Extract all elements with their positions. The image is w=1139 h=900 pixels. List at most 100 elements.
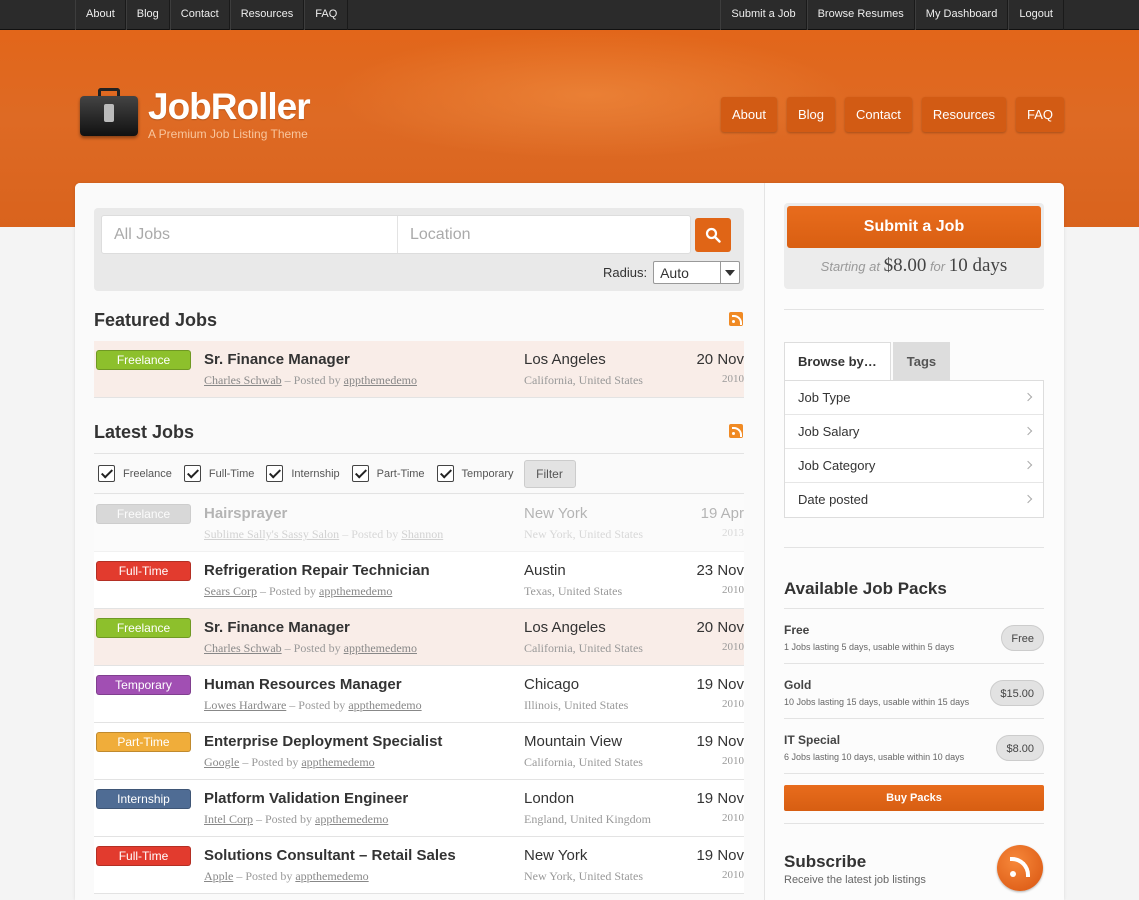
mainnav-contact-button[interactable]: Contact bbox=[845, 97, 912, 132]
checkbox-checked-icon bbox=[436, 465, 454, 482]
topnav-submit-job-link[interactable]: Submit a Job bbox=[720, 0, 807, 30]
job-title-link[interactable]: Solutions Consultant – Retail Sales bbox=[204, 847, 456, 864]
company-link[interactable]: Charles Schwab bbox=[204, 641, 282, 655]
browse-tabs: Browse by… Tags bbox=[784, 342, 951, 380]
company-link[interactable]: Sublime Sally's Sassy Salon bbox=[204, 527, 339, 541]
mainnav-resources-button[interactable]: Resources bbox=[921, 97, 1006, 132]
mainnav-faq-button[interactable]: FAQ bbox=[1015, 97, 1064, 132]
job-region: California, United States bbox=[524, 373, 643, 387]
tab-tags[interactable]: Tags bbox=[892, 342, 951, 380]
poster-link[interactable]: appthemedemo bbox=[315, 812, 388, 826]
poster-link[interactable]: Shannon bbox=[401, 527, 443, 541]
job-listing-row[interactable]: Full-Time Solutions Consultant – Retail S… bbox=[94, 837, 744, 894]
job-date: 19 Nov bbox=[696, 847, 744, 864]
poster-link[interactable]: appthemedemo bbox=[344, 373, 417, 387]
job-pack-item[interactable]: Gold 10 Jobs lasting 15 days, usable wit… bbox=[784, 663, 1044, 718]
job-title-link[interactable]: Sr. Finance Manager bbox=[204, 351, 350, 368]
job-year: 2010 bbox=[722, 869, 744, 881]
topnav-contact-link[interactable]: Contact bbox=[169, 0, 230, 30]
browse-item-job-category[interactable]: Job Category bbox=[785, 449, 1043, 483]
job-listing-row[interactable]: Temporary Human Resources Manager Lowes Ha… bbox=[94, 666, 744, 723]
poster-link[interactable]: appthemedemo bbox=[301, 755, 374, 769]
company-link[interactable]: Intel Corp bbox=[204, 812, 253, 826]
job-type-badge: Temporary bbox=[96, 675, 191, 695]
job-type-badge: Freelance bbox=[96, 504, 191, 524]
checkbox-checked-icon bbox=[266, 465, 284, 482]
job-search-box: Radius: Auto bbox=[94, 208, 744, 291]
topnav-resources-link[interactable]: Resources bbox=[229, 0, 305, 30]
job-listing-row[interactable]: Freelance Sr. Finance Manager Charles Schw… bbox=[94, 609, 744, 666]
company-link[interactable]: Lowes Hardware bbox=[204, 698, 286, 712]
filter-button[interactable]: Filter bbox=[523, 459, 576, 488]
job-title-link[interactable]: Hairsprayer bbox=[204, 505, 287, 522]
poster-link[interactable]: appthemedemo bbox=[319, 584, 392, 598]
company-link[interactable]: Sears Corp bbox=[204, 584, 257, 598]
submit-job-button[interactable]: Submit a Job bbox=[787, 206, 1041, 248]
job-region: Texas, United States bbox=[524, 584, 623, 598]
browse-item-date-posted[interactable]: Date posted bbox=[785, 483, 1043, 517]
poster-link[interactable]: appthemedemo bbox=[344, 641, 417, 655]
job-title-link[interactable]: Human Resources Manager bbox=[204, 676, 402, 693]
search-button[interactable] bbox=[695, 218, 731, 252]
browse-item-job-type[interactable]: Job Type bbox=[785, 381, 1043, 415]
filter-parttime-checkbox[interactable]: Part-Time bbox=[351, 465, 425, 482]
topnav-blog-link[interactable]: Blog bbox=[125, 0, 170, 30]
latest-rss-icon[interactable] bbox=[729, 424, 743, 438]
top-bar: About Blog Contact Resources FAQ Submit … bbox=[0, 0, 1139, 30]
filter-internship-checkbox[interactable]: Internship bbox=[266, 465, 340, 482]
job-listing-row[interactable]: Internship Platform Validation Engineer In… bbox=[94, 780, 744, 837]
topnav-about-link[interactable]: About bbox=[75, 0, 126, 30]
location-input[interactable] bbox=[398, 216, 690, 253]
topnav-logout-link[interactable]: Logout bbox=[1008, 0, 1064, 30]
content-container: Radius: Auto Featured Jobs Freelance Sr. … bbox=[75, 183, 1064, 900]
topnav-browse-resumes-link[interactable]: Browse Resumes bbox=[806, 0, 915, 30]
sidebar: Submit a Job Starting at $8.00 for 10 da… bbox=[764, 183, 1064, 900]
job-city: New York bbox=[524, 847, 588, 864]
job-type-badge: Internship bbox=[96, 789, 191, 809]
topnav-dashboard-link[interactable]: My Dashboard bbox=[914, 0, 1009, 30]
job-listing-row[interactable]: Freelance Sr. Finance Manager Charles Schw… bbox=[94, 341, 744, 398]
job-listing-row[interactable]: Freelance Hairsprayer Sublime Sally's Sass… bbox=[94, 495, 744, 552]
job-pack-item[interactable]: IT Special 6 Jobs lasting 10 days, usabl… bbox=[784, 718, 1044, 773]
company-link[interactable]: Apple bbox=[204, 869, 233, 883]
main-nav: About Blog Contact Resources FAQ bbox=[721, 97, 1064, 132]
browse-item-job-salary[interactable]: Job Salary bbox=[785, 415, 1043, 449]
job-type-badge: Freelance bbox=[96, 618, 191, 638]
company-link[interactable]: Google bbox=[204, 755, 239, 769]
radius-control: Radius: Auto bbox=[603, 261, 741, 284]
job-pack-item[interactable]: Free 1 Jobs lasting 5 days, usable withi… bbox=[784, 608, 1044, 663]
buy-packs-button[interactable]: Buy Packs bbox=[784, 785, 1044, 811]
poster-link[interactable]: appthemedemo bbox=[348, 698, 421, 712]
latest-jobs-heading: Latest Jobs bbox=[94, 422, 195, 442]
job-title-link[interactable]: Sr. Finance Manager bbox=[204, 619, 350, 636]
job-listing-row[interactable]: Full-Time Refrigeration Repair Technician… bbox=[94, 552, 744, 609]
job-title-link[interactable]: Platform Validation Engineer bbox=[204, 790, 408, 807]
filter-fulltime-checkbox[interactable]: Full-Time bbox=[183, 465, 254, 482]
job-listing-row[interactable]: Part-Time Enterprise Deployment Specialis… bbox=[94, 723, 744, 780]
job-title-link[interactable]: Enterprise Deployment Specialist bbox=[204, 733, 442, 750]
tab-browse-by[interactable]: Browse by… bbox=[784, 342, 891, 380]
featured-rss-icon[interactable] bbox=[729, 312, 743, 326]
subscribe-heading: Subscribe bbox=[784, 852, 867, 871]
filter-temporary-checkbox[interactable]: Temporary bbox=[436, 465, 514, 482]
mainnav-blog-button[interactable]: Blog bbox=[787, 97, 836, 132]
rss-feed-icon[interactable] bbox=[997, 845, 1043, 891]
poster-link[interactable]: appthemedemo bbox=[295, 869, 368, 883]
mainnav-about-button[interactable]: About bbox=[721, 97, 777, 132]
company-link[interactable]: Charles Schwab bbox=[204, 373, 282, 387]
job-year: 2010 bbox=[722, 755, 744, 767]
search-icon bbox=[705, 227, 721, 243]
submit-duration: 10 days bbox=[948, 255, 1008, 276]
job-keyword-input[interactable] bbox=[102, 216, 398, 253]
topnav-faq-link[interactable]: FAQ bbox=[304, 0, 349, 30]
chevron-right-icon bbox=[1023, 460, 1033, 470]
job-meta: Lowes Hardware – Posted by appthemedemo bbox=[204, 698, 422, 712]
job-date: 19 Nov bbox=[696, 733, 744, 750]
filter-freelance-checkbox[interactable]: Freelance bbox=[98, 465, 172, 482]
job-meta: Sears Corp – Posted by appthemedemo bbox=[204, 584, 393, 598]
job-title-link[interactable]: Refrigeration Repair Technician bbox=[204, 562, 430, 579]
submit-price: $8.00 bbox=[883, 255, 927, 276]
site-logo[interactable]: JobRoller A Premium Job Listing Theme bbox=[80, 88, 311, 141]
pack-price-badge: $15.00 bbox=[990, 680, 1044, 706]
radius-select[interactable]: Auto bbox=[653, 261, 741, 284]
